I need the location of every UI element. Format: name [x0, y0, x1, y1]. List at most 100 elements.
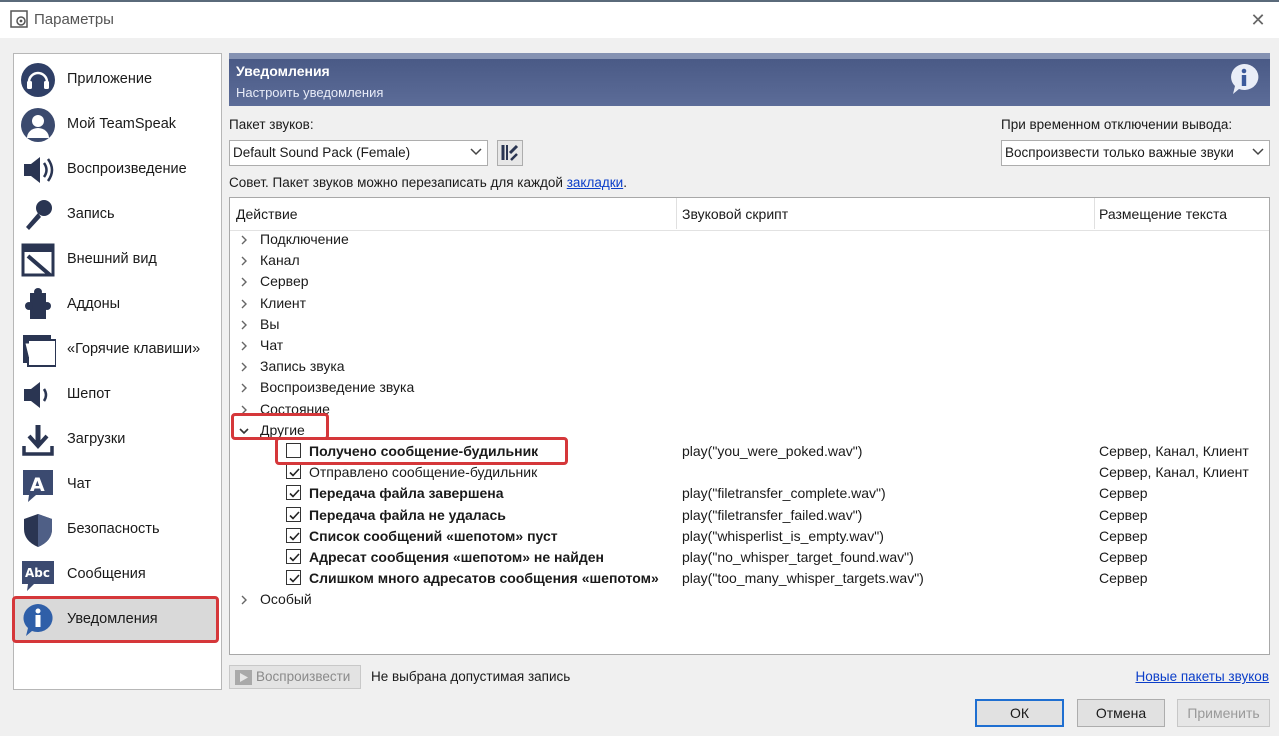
close-icon[interactable]: ✕ [1245, 7, 1271, 33]
sidebar-item-notifications[interactable]: Уведомления [12, 596, 221, 643]
sidebar-item-security[interactable]: Безопасность [14, 507, 221, 552]
column-header-script[interactable]: Звуковой скрипт [682, 206, 788, 222]
sidebar-item-my-teamspeak[interactable]: Мой TeamSpeak [14, 102, 221, 147]
info-icon [1231, 63, 1259, 94]
sound-script: play("too_many_whisper_targets.wav") [682, 570, 924, 587]
column-header-action[interactable]: Действие [236, 206, 298, 222]
sidebar-item-messages[interactable]: Abc Сообщения [14, 552, 221, 597]
tree-group-6[interactable]: Запись звука [230, 356, 1269, 377]
headset-icon [21, 63, 55, 97]
tree-group-label: Вы [260, 315, 280, 332]
event-checkbox[interactable] [286, 527, 301, 543]
shield-icon [24, 514, 52, 547]
text-placement: Сервер [1099, 570, 1148, 587]
play-button-label: Воспроизвести [256, 669, 351, 684]
settings-app-icon [10, 10, 28, 28]
speaker-icon [24, 157, 54, 183]
download-icon [22, 425, 54, 456]
bookmarks-link[interactable]: закладки [567, 175, 623, 190]
tree-group-2[interactable]: Сервер [230, 271, 1269, 292]
sidebar-item-appearance[interactable]: Внешний вид [14, 237, 221, 282]
annotation-highlight-poke [275, 437, 568, 465]
apply-button[interactable]: Применить [1177, 699, 1270, 727]
soundpack-label: Пакет звуков: [229, 117, 314, 132]
column-header-placement[interactable]: Размещение текста [1099, 206, 1227, 222]
svg-text:W: W [25, 340, 46, 362]
title-bar: Параметры ✕ [0, 0, 1279, 38]
tree-group-1[interactable]: Канал [230, 250, 1269, 271]
tree-group-label: Запись звука [260, 358, 345, 375]
messages-icon: Abc [22, 561, 54, 591]
sound-script: play("filetransfer_failed.wav") [682, 506, 863, 523]
sound-script: play("whisperlist_is_empty.wav") [682, 527, 884, 544]
sidebar-item-addons[interactable]: Аддоны [14, 282, 221, 327]
sidebar-item-downloads[interactable]: Загрузки [14, 417, 221, 462]
tree-group-5[interactable]: Чат [230, 335, 1269, 356]
chevron-right-icon[interactable] [239, 254, 249, 266]
sidebar-item-playback[interactable]: Воспроизведение [14, 147, 221, 192]
chevron-right-icon[interactable] [239, 381, 249, 393]
tree-group-label: Воспроизведение звука [260, 379, 415, 396]
chevron-right-icon[interactable] [239, 233, 249, 245]
sidebar-item-label: Воспроизведение [67, 161, 187, 177]
mute-output-select[interactable]: Воспроизвести только важные звуки [1001, 140, 1270, 166]
tree-row[interactable]: Отправлено сообщение-будильник Сервер, Ка… [230, 462, 1269, 483]
status-text: Не выбрана допустимая запись [371, 669, 571, 684]
chevron-right-icon[interactable] [239, 297, 249, 309]
chevron-right-icon[interactable] [239, 275, 249, 287]
tree-group-3[interactable]: Клиент [230, 293, 1269, 314]
event-checkbox[interactable] [286, 549, 301, 564]
svg-text:A: A [30, 474, 45, 496]
whisper-icon [24, 382, 48, 408]
soundpack-select[interactable]: Default Sound Pack (Female) [229, 140, 488, 166]
sidebar-item-chat[interactable]: A Чат [14, 462, 221, 507]
tree-group-8[interactable]: Состояние [230, 399, 1269, 420]
sidebar-item-label: Чат [67, 476, 92, 492]
event-checkbox[interactable] [286, 485, 301, 501]
annotation-highlight-group [231, 413, 329, 440]
tree-row[interactable]: Передача файла завершена play("filetransf… [230, 483, 1269, 504]
new-soundpacks-link[interactable]: Новые пакеты звуков [1135, 669, 1269, 684]
ok-button[interactable]: ОК [975, 699, 1064, 727]
tree-group-last[interactable]: Особый [230, 589, 1269, 610]
text-placement: Сервер [1099, 506, 1148, 523]
tree-row[interactable]: Список сообщений «шепотом» пуст play("whi… [230, 526, 1269, 547]
soundpack-tool-icon [501, 144, 519, 161]
event-checkbox[interactable] [286, 506, 301, 522]
chevron-right-icon[interactable] [239, 593, 249, 605]
sidebar-item-application[interactable]: Приложение [14, 57, 221, 102]
sidebar-item-label: Безопасность [67, 521, 160, 537]
event-name: Передача файла завершена [309, 485, 504, 502]
sidebar-item-record[interactable]: Запись [14, 192, 221, 237]
chevron-down-icon [470, 148, 482, 156]
event-name: Передача файла не удалась [309, 506, 506, 523]
sidebar-item-hotkeys[interactable]: W «Горячие клавиши» [14, 327, 221, 372]
tree-group-4[interactable]: Вы [230, 314, 1269, 335]
puzzle-icon [25, 288, 51, 319]
sidebar-item-label: Шепот [67, 386, 111, 402]
text-placement: Сервер [1099, 527, 1148, 544]
sidebar-item-label: Уведомления [67, 611, 158, 627]
microphone-icon [26, 200, 52, 230]
text-placement: Сервер, Канал, Клиент [1099, 464, 1249, 481]
event-checkbox[interactable] [286, 464, 301, 480]
tree-row[interactable]: Адресат сообщения «шепотом» не найден pla… [230, 547, 1269, 568]
cancel-button[interactable]: Отмена [1077, 699, 1165, 727]
text-placement: Сервер [1099, 485, 1148, 502]
chevron-right-icon[interactable] [239, 360, 249, 372]
sidebar-item-whisper[interactable]: Шепот [14, 372, 221, 417]
soundpack-settings-button[interactable] [497, 140, 523, 166]
chevron-right-icon[interactable] [239, 339, 249, 351]
chevron-right-icon[interactable] [239, 318, 249, 330]
tree-row[interactable]: Слишком много адресатов сообщения «шепот… [230, 568, 1269, 589]
tree-group-label: Сервер [260, 273, 309, 290]
play-button[interactable]: Воспроизвести [229, 665, 361, 689]
notifications-tree[interactable]: Действие Звуковой скрипт Размещение текс… [229, 197, 1270, 655]
tree-group-label: Подключение [260, 231, 349, 247]
chat-icon: A [23, 470, 53, 502]
tree-group-0[interactable]: Подключение [230, 229, 1269, 250]
tree-row[interactable]: Передача файла не удалась play("filetrans… [230, 505, 1269, 526]
event-checkbox[interactable] [286, 570, 301, 586]
tree-group-label: Чат [260, 337, 284, 353]
tree-group-7[interactable]: Воспроизведение звука [230, 377, 1269, 398]
